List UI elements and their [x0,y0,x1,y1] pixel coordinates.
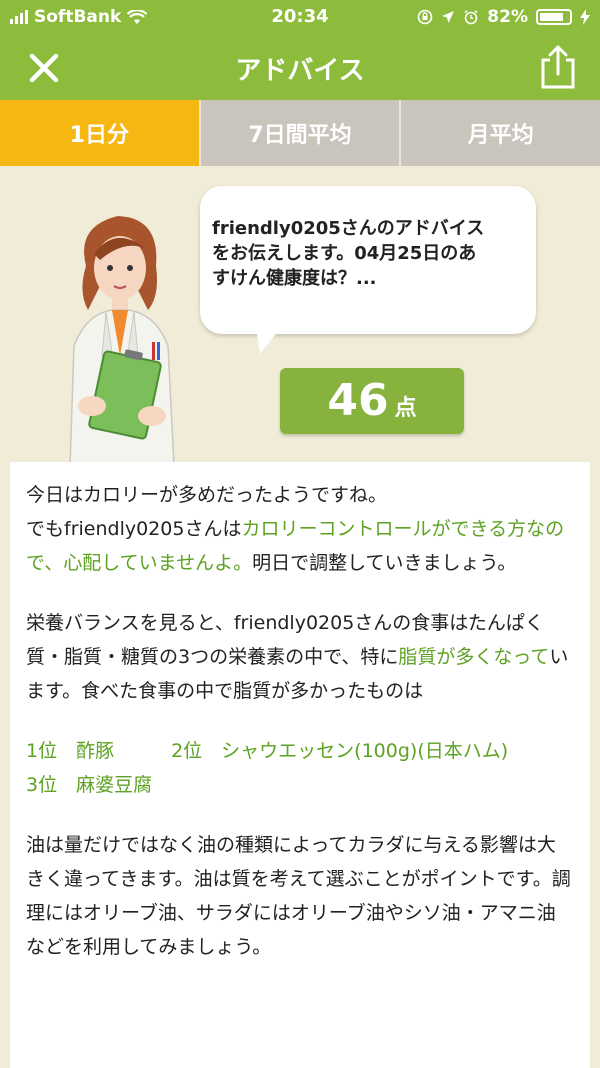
status-bar: SoftBank 20:34 82% [0,0,600,34]
status-right: 82% [417,7,590,27]
bubble-message: friendly0205さんのアドバイス をお伝えします。04月25日のあ すけ… [212,216,524,291]
tab-daily[interactable]: 1日分 [0,100,201,166]
bubble-line-3: すけん健康度は？... [212,268,377,289]
location-icon [442,11,455,23]
advice-paragraph-nutrients: 栄養バランスを見ると、friendly0205さんの食事はたんぱく質・脂質・糖質… [26,606,574,708]
fat-ranking: 1位 酢豚 2位 シャウエッセン(100g)(日本ハム) 3位 麻婆豆腐 [26,740,566,796]
bubble-line-1: friendly0205さんのアドバイス [212,218,485,239]
score-value: 46 [327,375,389,426]
tab-monthly-average[interactable]: 月平均 [401,100,600,166]
advice-paragraph-oil: 油は量だけではなく油の種類によってカラダに与える影響は大きく違ってきます。油は質… [26,834,571,958]
share-icon[interactable] [538,44,578,90]
orientation-lock-icon [417,9,433,25]
page-title: アドバイス [235,56,365,86]
advice-highlight: 脂質が多くなって [398,646,550,668]
battery-icon [536,9,572,25]
nav-bar: アドバイス [0,34,600,100]
advice-text: でもfriendly0205さんは [26,518,242,540]
battery-percent: 82% [487,7,528,27]
advice-header: friendly0205さんのアドバイス をお伝えします。04月25日のあ すけ… [0,166,600,466]
bubble-line-2: をお伝えします。04月25日のあ [212,243,477,264]
tab-weekly-average[interactable]: 7日間平均 [200,100,402,166]
advice-text: 明日で調整していきましょう。 [252,552,517,574]
speech-bubble: friendly0205さんのアドバイス をお伝えします。04月25日のあ すけ… [200,186,536,334]
advice-paragraph-calories: 今日はカロリーが多めだったようですね。 でもfriendly0205さんはカロリ… [26,478,574,580]
health-score-badge: 46 点 [280,368,464,434]
advice-text: 今日はカロリーが多めだったようですね。 [26,484,388,506]
charging-icon [580,9,590,25]
score-unit: 点 [394,396,417,421]
speech-bubble-tail [256,326,282,354]
alarm-icon [464,10,478,25]
period-tabs: 1日分 7日間平均 月平均 [0,100,600,166]
doctor-illustration [69,216,175,466]
advice-card: 今日はカロリーが多めだったようですね。 でもfriendly0205さんはカロリ… [10,462,590,1068]
